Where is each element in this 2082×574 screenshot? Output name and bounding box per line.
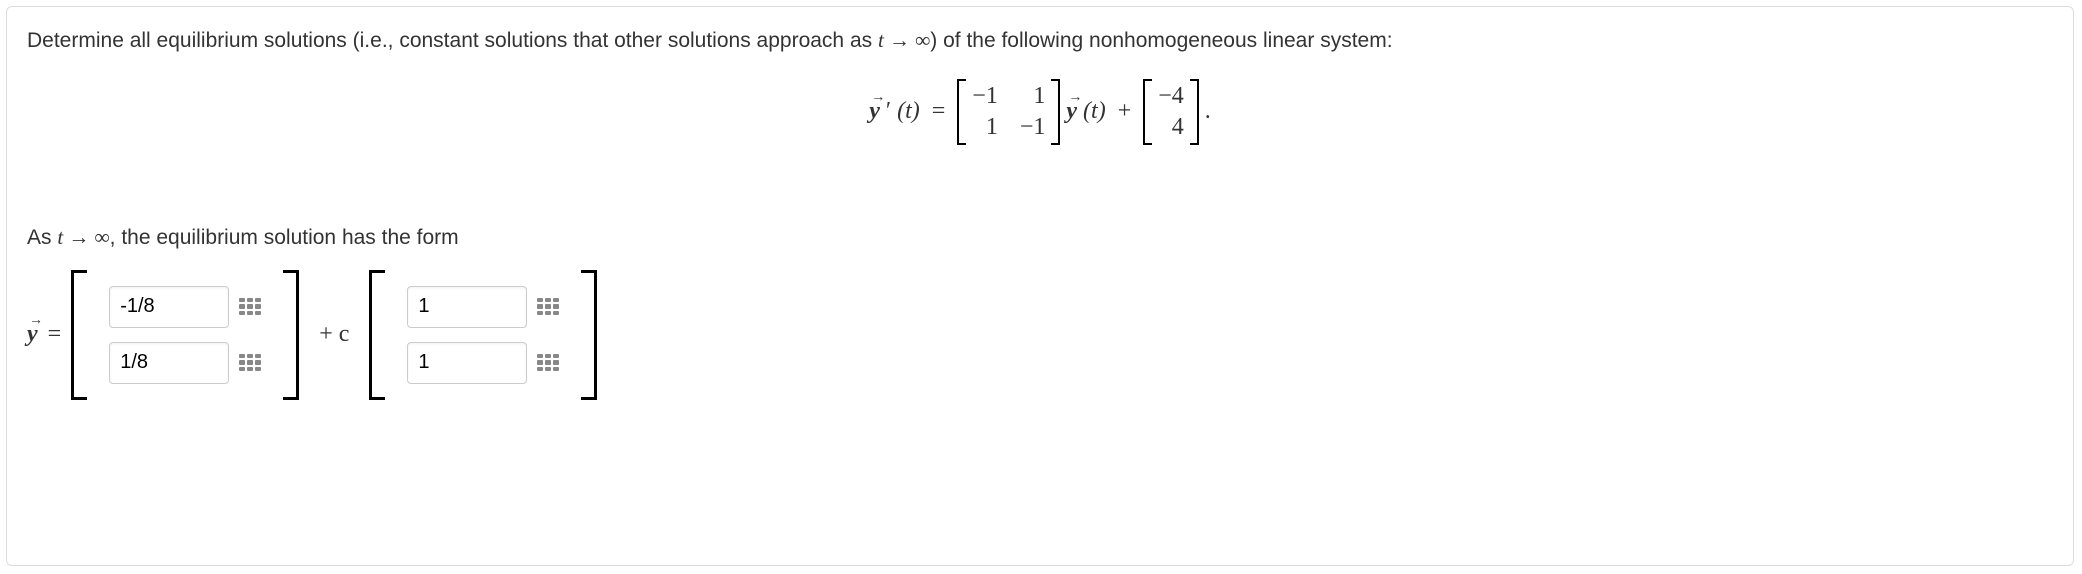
bracket-right-1 xyxy=(283,270,299,400)
plus-c: + c xyxy=(319,321,349,348)
eq-period: . xyxy=(1205,98,1211,125)
keypad-icon[interactable] xyxy=(537,354,559,372)
prompt2-post: , the equilibrium solution has the form xyxy=(110,226,459,249)
bracket-left-2 xyxy=(369,270,385,400)
answer-form: → y = + c xyxy=(27,270,2053,400)
answer-equals: = xyxy=(48,321,62,348)
bracket-left-1 xyxy=(71,270,87,400)
system-equation: → y ′ (t) = −1 1 1 −1 → y (t) + xyxy=(27,79,2053,145)
y-t-symbol: → y xyxy=(1066,98,1077,125)
bracket-right-2 xyxy=(581,270,597,400)
vector-input-2 xyxy=(395,278,571,392)
equals-sign: = xyxy=(932,98,946,125)
keypad-icon[interactable] xyxy=(239,298,261,316)
vec2-entry-1[interactable] xyxy=(407,286,527,328)
yt-arg: (t) xyxy=(1083,98,1106,125)
b-r1: −4 xyxy=(1158,83,1184,110)
A-r1c2: 1 xyxy=(1020,83,1046,110)
vec1-entry-1[interactable] xyxy=(109,286,229,328)
vector-b: −4 4 xyxy=(1143,79,1199,145)
b-r2: 4 xyxy=(1158,114,1184,141)
intro-text-pre: Determine all equilibrium solutions (i.e… xyxy=(27,29,878,52)
plus-sign: + xyxy=(1118,98,1132,125)
keypad-icon[interactable] xyxy=(537,298,559,316)
vec1-entry-2[interactable] xyxy=(109,342,229,384)
question-panel: Determine all equilibrium solutions (i.e… xyxy=(6,6,2074,566)
prime-mark: ′ xyxy=(886,98,891,125)
lhs-arg: (t) xyxy=(897,98,920,125)
keypad-icon[interactable] xyxy=(239,354,261,372)
intro-text-post: ) of the following nonhomogeneous linear… xyxy=(930,29,1392,52)
y-prime-symbol: → y xyxy=(869,98,880,125)
limit-expr: t → ∞ xyxy=(878,28,930,52)
question-intro: Determine all equilibrium solutions (i.e… xyxy=(27,25,2053,57)
prompt2-limit: t → ∞ xyxy=(57,225,109,249)
prompt2-pre: As xyxy=(27,226,57,249)
A-r2c1: 1 xyxy=(972,114,998,141)
matrix-A: −1 1 1 −1 xyxy=(957,79,1060,145)
equilibrium-prompt: As t → ∞, the equilibrium solution has t… xyxy=(27,225,2053,250)
A-r1c1: −1 xyxy=(972,83,998,110)
vec2-entry-2[interactable] xyxy=(407,342,527,384)
A-r2c2: −1 xyxy=(1020,114,1046,141)
vector-input-1 xyxy=(97,278,273,392)
answer-y-symbol: → y xyxy=(27,321,38,348)
